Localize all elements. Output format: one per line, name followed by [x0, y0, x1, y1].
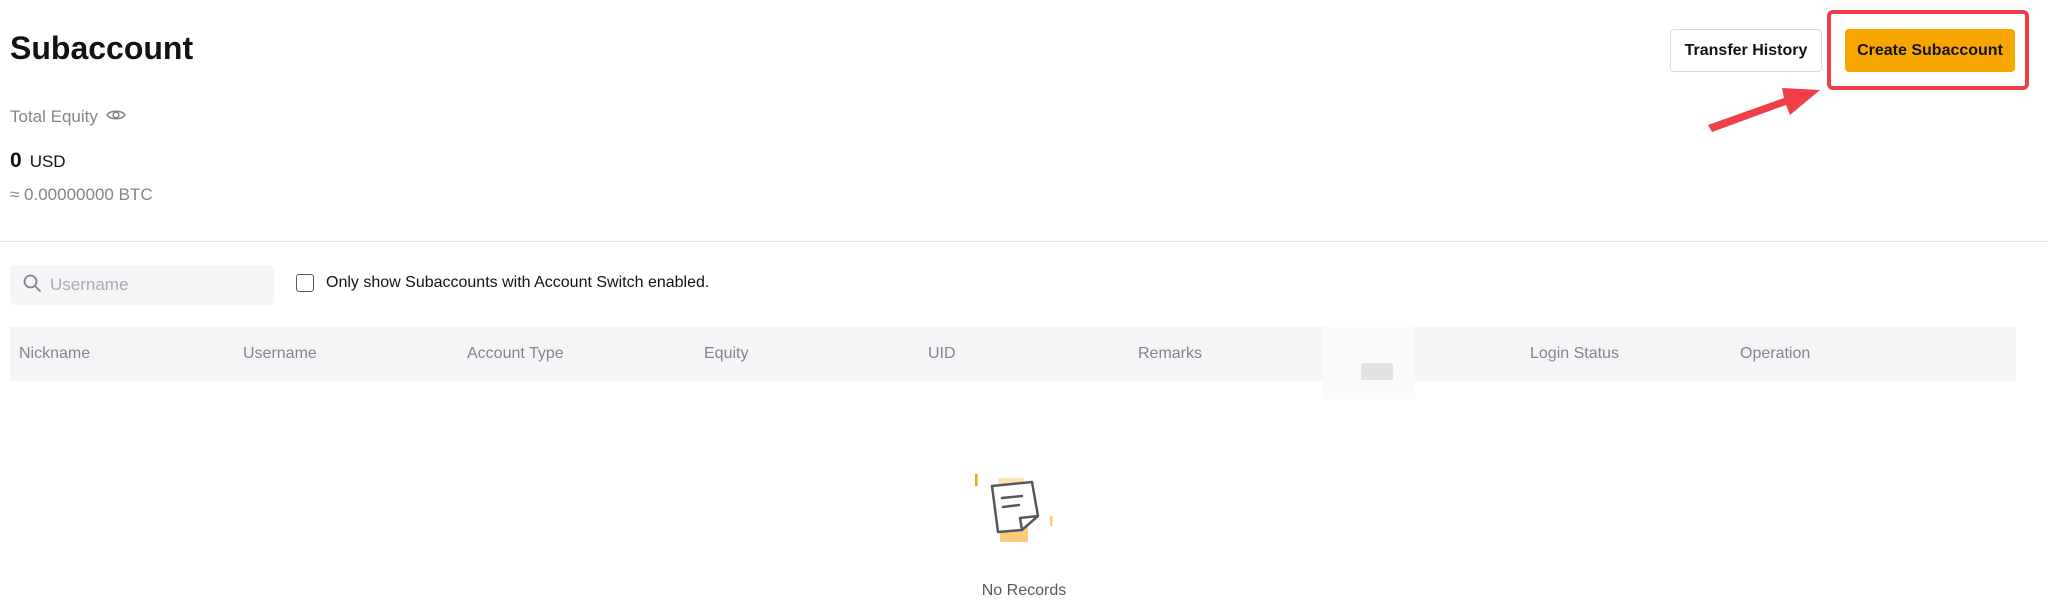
- equity-currency: USD: [29, 152, 66, 171]
- account-switch-checkbox[interactable]: [296, 274, 314, 292]
- eye-icon[interactable]: [105, 107, 126, 127]
- total-equity-label: Total Equity: [10, 107, 126, 127]
- column-header-account-type[interactable]: Account Type: [467, 345, 564, 363]
- total-equity-text: Total Equity: [10, 107, 98, 126]
- username-search-input[interactable]: [50, 275, 250, 295]
- column-header-nickname[interactable]: Nickname: [19, 345, 90, 363]
- account-switch-label: Only show Subaccounts with Account Switc…: [326, 274, 710, 291]
- account-switch-filter[interactable]: Only show Subaccounts with Account Switc…: [296, 274, 709, 292]
- equity-amount: 0: [10, 149, 22, 172]
- red-arrow-icon: [1708, 88, 1820, 132]
- page-title: Subaccount: [10, 30, 194, 66]
- column-header-username[interactable]: Username: [243, 345, 317, 363]
- table-header: Nickname Username Account Type Equity UI…: [10, 327, 2016, 381]
- highlight-annotation-box: [1827, 10, 2029, 90]
- total-equity-value: 0 USD: [10, 149, 66, 173]
- blurred-placeholder: [1361, 363, 1393, 380]
- empty-state-text: No Records: [981, 582, 1067, 599]
- column-header-operation[interactable]: Operation: [1740, 345, 1810, 363]
- blurred-column-header: [1323, 327, 1415, 399]
- search-box[interactable]: [10, 265, 274, 305]
- empty-records-icon: [975, 474, 1053, 542]
- equity-btc-value: ≈ 0.00000000 BTC: [10, 185, 153, 204]
- column-header-remarks[interactable]: Remarks: [1138, 345, 1202, 363]
- column-header-equity[interactable]: Equity: [704, 345, 748, 363]
- section-divider: [0, 241, 2048, 242]
- search-icon: [22, 273, 42, 298]
- column-header-login-status[interactable]: Login Status: [1530, 345, 1619, 363]
- transfer-history-button[interactable]: Transfer History: [1670, 29, 1822, 72]
- column-header-uid[interactable]: UID: [928, 345, 956, 363]
